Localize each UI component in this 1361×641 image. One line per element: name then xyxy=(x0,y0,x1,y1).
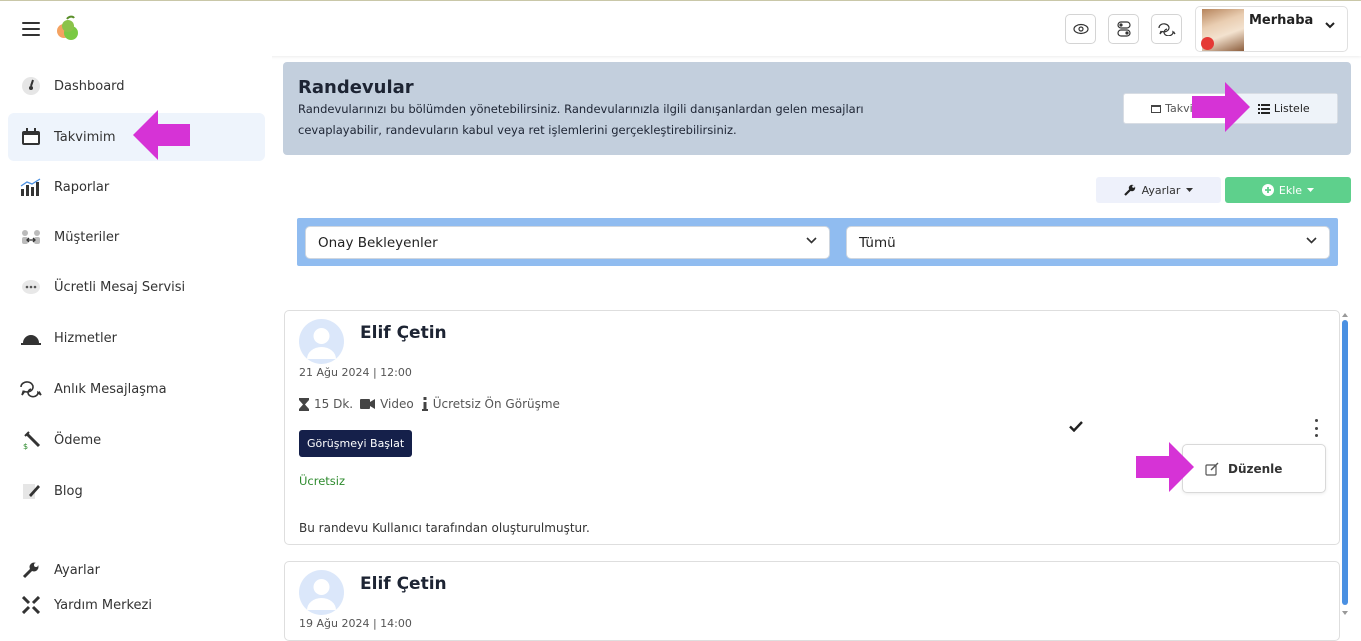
message-dots-icon xyxy=(20,276,42,298)
calendar-icon xyxy=(1151,105,1162,113)
checkmark-icon[interactable] xyxy=(1069,421,1083,432)
service-text: Ücretsiz Ön Görüşme xyxy=(432,397,560,411)
scroll-up-icon[interactable] xyxy=(1340,312,1350,318)
start-meeting-button[interactable]: Görüşmeyi Başlat xyxy=(299,430,413,457)
sidebar-item-musteriler[interactable]: Müşteriler xyxy=(8,213,265,261)
annotation-arrow-icon xyxy=(133,110,190,160)
calendar-icon xyxy=(20,126,42,148)
appointment-meta: 15 Dk. Video Ücretsiz Ön Görüşme xyxy=(299,397,560,411)
svg-text:$: $ xyxy=(23,442,28,450)
customers-icon xyxy=(20,226,42,248)
chevron-down-icon xyxy=(806,237,817,244)
sidebar-item-hizmetler[interactable]: Hizmetler xyxy=(8,314,265,362)
top-bar: Merhaba xyxy=(0,0,1361,56)
sidebar-item-label: Müşteriler xyxy=(54,229,120,245)
sidebar-item-label: Yardım Merkezi xyxy=(54,597,152,613)
sidebar-item-label: Ödeme xyxy=(54,432,102,448)
sidebar-item-label: Raporlar xyxy=(54,179,110,195)
avatar xyxy=(299,319,344,364)
user-placeholder-icon xyxy=(307,328,336,359)
plus-circle-icon xyxy=(1261,184,1274,196)
status-filter-select[interactable]: Onay Bekleyenler xyxy=(305,226,830,259)
settings-label: Ayarlar xyxy=(1141,183,1181,197)
type-filter-select[interactable]: Tümü xyxy=(846,226,1330,259)
info-icon xyxy=(421,397,428,411)
page-header: Randevular Randevularınızı bu bölümden y… xyxy=(283,62,1351,155)
list-icon xyxy=(1257,103,1270,114)
sidebar-item-raporlar[interactable]: Raporlar xyxy=(8,163,265,211)
status-filter-value: Onay Bekleyenler xyxy=(318,234,438,251)
add-dropdown-button[interactable]: Ekle xyxy=(1225,177,1351,203)
scrollbar[interactable] xyxy=(1340,310,1350,623)
user-placeholder-icon xyxy=(307,579,336,610)
toggle-icon xyxy=(1116,21,1131,37)
page-description: Randevularınızı bu bölümden yönetebilirs… xyxy=(298,102,864,137)
page-title: Randevular xyxy=(298,77,414,98)
profile-menu[interactable]: Merhaba xyxy=(1195,6,1348,52)
sidebar-item-label: Anlık Mesajlaşma xyxy=(54,381,167,397)
messages-button[interactable] xyxy=(1151,14,1182,44)
toggle-settings-button[interactable] xyxy=(1108,14,1139,44)
status-dot-icon xyxy=(1201,37,1214,50)
payment-icon: $ xyxy=(20,429,42,451)
appointment-card: Elif Çetin 21 Ağu 2024 | 12:00 15 Dk. Vi… xyxy=(284,310,1340,545)
hamburger-menu-icon[interactable] xyxy=(22,22,40,36)
sidebar-item-anlik-mesajlasma[interactable]: Anlık Mesajlaşma xyxy=(8,365,265,413)
avatar xyxy=(299,570,344,615)
annotation-arrow-icon xyxy=(1136,442,1194,492)
chevron-down-icon xyxy=(1325,22,1335,29)
scroll-down-icon[interactable] xyxy=(1340,610,1350,616)
app-logo-icon[interactable] xyxy=(54,15,82,43)
video-camera-icon xyxy=(360,399,376,409)
view-list-label: Listele xyxy=(1273,102,1310,115)
duration-text: 15 Dk. xyxy=(314,397,354,411)
profile-greeting: Merhaba xyxy=(1249,13,1314,28)
edit-icon xyxy=(1205,462,1219,476)
price-text: Ücretsiz xyxy=(299,474,346,488)
hourglass-icon xyxy=(299,397,309,411)
sidebar-item-blog[interactable]: Blog xyxy=(8,467,265,515)
chat-icon xyxy=(20,378,42,400)
wrench-icon xyxy=(1123,184,1135,196)
filter-bar: Onay Bekleyenler Tümü xyxy=(297,218,1338,266)
appointment-date: 19 Ağu 2024 | 14:00 xyxy=(299,617,412,630)
add-label: Ekle xyxy=(1278,183,1303,197)
appointment-date: 21 Ağu 2024 | 12:00 xyxy=(299,366,412,379)
dashboard-icon xyxy=(20,75,42,97)
preview-eye-button[interactable] xyxy=(1065,14,1096,44)
sidebar-item-label: Ücretli Mesaj Servisi xyxy=(54,279,186,295)
chat-bubbles-icon xyxy=(1157,23,1176,36)
sidebar-item-label: Hizmetler xyxy=(54,330,117,346)
edit-label: Düzenle xyxy=(1228,461,1283,476)
annotation-arrow-icon xyxy=(1192,82,1250,132)
more-options-icon[interactable] xyxy=(1311,419,1321,437)
wrench-icon xyxy=(20,559,42,581)
help-icon xyxy=(20,594,42,616)
caret-down-icon xyxy=(1186,188,1194,192)
sidebar-item-label: Blog xyxy=(54,483,83,499)
chevron-down-icon xyxy=(1306,237,1317,244)
sidebar-item-label: Dashboard xyxy=(54,78,125,94)
client-name: Elif Çetin xyxy=(360,323,447,343)
scroll-thumb[interactable] xyxy=(1342,320,1348,605)
appointment-card: Elif Çetin 19 Ağu 2024 | 14:00 xyxy=(284,561,1340,641)
sidebar-item-dashboard[interactable]: Dashboard xyxy=(8,62,265,110)
sidebar-item-ucretli-mesaj[interactable]: Ücretli Mesaj Servisi xyxy=(8,263,265,311)
sidebar-item-label: Ayarlar xyxy=(54,562,100,578)
sidebar-item-odeme[interactable]: $ Ödeme xyxy=(8,416,265,464)
appointment-note: Bu randevu Kullanıcı tarafından oluşturu… xyxy=(299,521,590,535)
eye-icon xyxy=(1072,23,1089,35)
settings-dropdown-button[interactable]: Ayarlar xyxy=(1096,177,1221,203)
type-filter-value: Tümü xyxy=(859,234,896,251)
blog-icon xyxy=(20,480,42,502)
sidebar-item-label: Takvimim xyxy=(54,129,116,145)
sidebar-item-yardim-merkezi[interactable]: Yardım Merkezi xyxy=(8,582,265,628)
edit-menu-item[interactable]: Düzenle xyxy=(1182,444,1326,493)
services-icon xyxy=(20,327,42,349)
chart-icon xyxy=(20,176,42,198)
mode-text: Video xyxy=(380,397,414,411)
caret-down-icon xyxy=(1307,188,1315,192)
client-name: Elif Çetin xyxy=(360,574,447,594)
